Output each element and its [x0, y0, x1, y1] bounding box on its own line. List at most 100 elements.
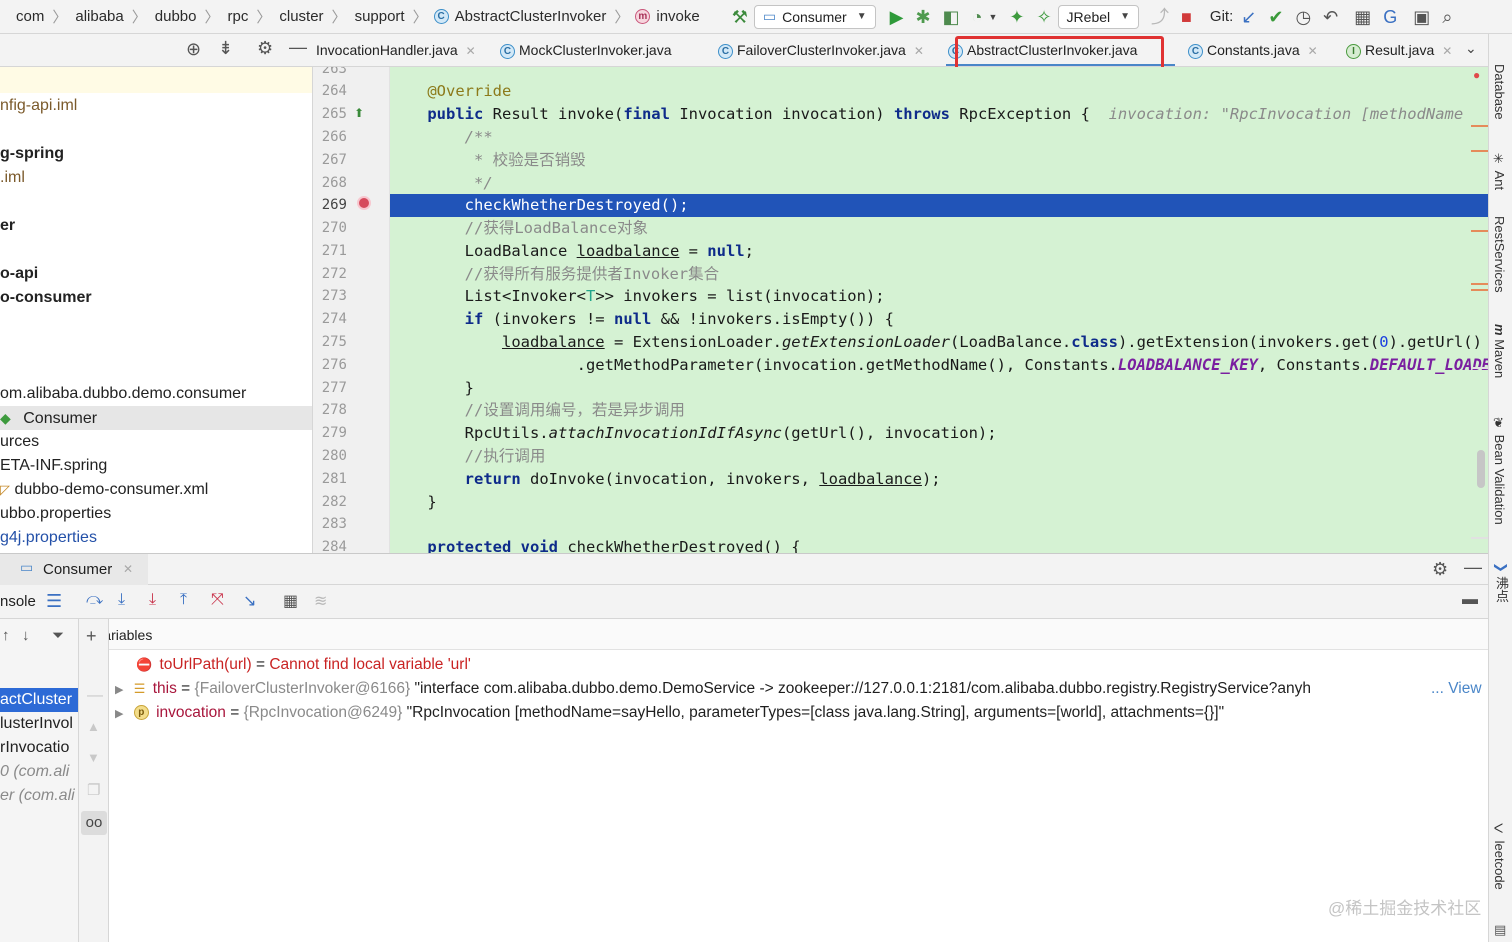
git-update-icon[interactable]: ↙	[1241, 7, 1256, 27]
presentation-icon[interactable]: ▣	[1413, 7, 1430, 27]
stack-frame[interactable]: lusterInvol	[0, 712, 78, 736]
scrollbar-marker[interactable]	[1471, 537, 1488, 539]
code-editor[interactable]: @Override public Result invoke(final Inv…	[390, 67, 1488, 553]
stack-frame[interactable]: 0 (com.ali	[0, 760, 78, 784]
run-config-select[interactable]: ▭ Consumer ▼	[753, 4, 876, 29]
breadcrumb-class[interactable]: AbstractClusterInvoker	[453, 8, 609, 25]
history-icon[interactable]: ◷	[1295, 7, 1311, 27]
search-icon[interactable]: ⌕	[1442, 7, 1452, 27]
step-into-icon[interactable]: ⤓	[118, 591, 125, 609]
arrow-down-icon[interactable]: ↓	[22, 627, 30, 644]
build-hammer-icon[interactable]: ⚒	[732, 7, 748, 27]
stack-frame[interactable]: actCluster	[0, 688, 78, 712]
tab-failoverclusterinvoker[interactable]: C FailoverClusterInvoker.java ✕	[716, 34, 924, 66]
close-icon[interactable]: ✕	[466, 44, 476, 58]
tab-abstractclusterinvoker[interactable]: C AbstractClusterInvoker.java	[946, 34, 1175, 66]
expand-arrow-icon[interactable]: ▶	[115, 684, 123, 696]
view-link[interactable]: ... View	[1429, 677, 1482, 701]
profile-icon[interactable]: ◔	[972, 7, 983, 27]
minimize-icon[interactable]: —	[1464, 557, 1482, 578]
breadcrumb-item[interactable]: alibaba	[73, 8, 125, 25]
scrollbar-marker[interactable]	[1471, 150, 1488, 152]
tool-database[interactable]: Database	[1492, 64, 1507, 120]
scrollbar-marker[interactable]	[1471, 367, 1488, 369]
breadcrumb-item[interactable]: com	[14, 8, 46, 25]
close-icon[interactable]: ✕	[1442, 44, 1452, 58]
tree-item[interactable]: er	[0, 214, 312, 238]
tool-feidian[interactable]: ❯ 沸点	[1492, 562, 1511, 603]
tree-item[interactable]: o-consumer	[0, 286, 312, 310]
override-marker-icon[interactable]: ⬆	[354, 106, 364, 120]
tool-bean-validation[interactable]: ❦ Bean Validation	[1492, 416, 1507, 525]
attach-icon[interactable]: ⤴	[1151, 7, 1169, 27]
breadcrumb-method[interactable]: invoke	[654, 8, 701, 25]
coverage-icon[interactable]: ◧	[943, 7, 960, 27]
translate-icon[interactable]: G	[1383, 7, 1397, 27]
expand-arrow-icon[interactable]: ▶	[115, 708, 123, 720]
tree-item-selected[interactable]: ◆ Consumer	[0, 406, 312, 430]
tree-item[interactable]: .iml	[0, 166, 312, 190]
filter-icon[interactable]: ⏷	[52, 627, 64, 644]
arrow-up-icon[interactable]: ↑	[2, 627, 10, 644]
gear-icon[interactable]: ⚙	[257, 38, 273, 59]
variable-row[interactable]: ▶ p invocation = {RpcInvocation@6249} "R…	[109, 701, 1488, 725]
jrebel-run-icon[interactable]: ✦	[1009, 7, 1024, 27]
breadcrumb-item[interactable]: dubbo	[153, 8, 199, 25]
jrebel-select[interactable]: JRebel ▼	[1057, 4, 1140, 29]
breadcrumb-item[interactable]: support	[353, 8, 407, 25]
add-watch-icon[interactable]: +	[86, 626, 97, 647]
editor-scrollbar-thumb[interactable]	[1477, 450, 1485, 488]
run-to-cursor-icon[interactable]: ↘	[243, 591, 256, 611]
scrollbar-marker[interactable]	[1471, 283, 1488, 285]
project-structure-icon[interactable]: ▦	[1354, 7, 1371, 27]
console-tab[interactable]: nsole	[0, 593, 36, 610]
tab-constants[interactable]: C Constants.java ✕	[1186, 34, 1318, 66]
tool-ant[interactable]: ✳ Ant	[1492, 152, 1507, 190]
tab-result[interactable]: I Result.java ✕	[1344, 34, 1452, 66]
breadcrumb-item[interactable]: rpc	[226, 8, 251, 25]
tree-item[interactable]: g-spring	[0, 142, 312, 166]
debug-bug-icon[interactable]: ✱	[915, 7, 930, 27]
stop-icon[interactable]: ■	[1181, 7, 1192, 27]
debug-session-tab[interactable]: Consumer	[43, 561, 112, 578]
stack-frame[interactable]: er (com.ali	[0, 784, 78, 808]
locate-icon[interactable]: ⊕	[186, 39, 201, 60]
rollback-icon[interactable]: ↶	[1323, 7, 1338, 27]
close-icon[interactable]: ✕	[123, 562, 133, 576]
move-down-icon[interactable]: ▼	[87, 750, 100, 765]
scrollbar-marker[interactable]	[1471, 289, 1488, 291]
breadcrumb-item[interactable]: cluster	[277, 8, 325, 25]
tree-item[interactable]: ubbo.properties	[0, 502, 312, 526]
tree-item[interactable]: urces	[0, 430, 312, 454]
move-up-icon[interactable]: ▲	[87, 719, 100, 734]
variable-row[interactable]: ▶ ☰ this = {FailoverClusterInvoker@6166}…	[109, 677, 1488, 701]
step-over-icon[interactable]: ⤼	[86, 591, 103, 609]
tool-restservices[interactable]: RestServices	[1492, 216, 1507, 293]
tree-item[interactable]: ETA-INF.spring	[0, 454, 312, 478]
close-icon[interactable]: ✕	[1308, 44, 1318, 58]
tree-item[interactable]: g4j.properties	[0, 526, 312, 550]
gear-icon[interactable]: ⚙	[1432, 559, 1448, 580]
trace-stream-icon[interactable]: ≋	[314, 591, 327, 611]
evaluate-expression-icon[interactable]: ▦	[283, 591, 298, 611]
tool-leetcode[interactable]: ᐸ leetcode	[1492, 822, 1507, 890]
tool-maven[interactable]: m Maven	[1492, 324, 1507, 378]
stack-frame[interactable]: rInvocatio	[0, 736, 78, 760]
git-commit-icon[interactable]: ✔	[1268, 7, 1283, 27]
run-icon[interactable]: ▶	[890, 7, 904, 27]
force-step-into-icon[interactable]: ⤓	[149, 591, 156, 609]
copy-icon[interactable]: ❐	[87, 781, 100, 799]
tab-invocationhandler[interactable]: InvocationHandler.java ✕	[314, 34, 476, 66]
tree-item[interactable]: o-api	[0, 262, 312, 286]
chevron-down-icon[interactable]: ▼	[988, 12, 997, 22]
chevron-down-icon[interactable]: ⌄	[1465, 40, 1477, 57]
tree-item[interactable]: ◸ dubbo-demo-consumer.xml	[0, 478, 312, 502]
remove-watch-icon[interactable]: —	[87, 687, 103, 705]
scrollbar-marker[interactable]	[1471, 230, 1488, 232]
variable-row[interactable]: ⛔ toUrlPath(url) = Cannot find local var…	[109, 653, 1488, 677]
frames-list-icon[interactable]: ☰	[46, 591, 62, 612]
scrollbar-marker[interactable]	[1471, 125, 1488, 127]
error-marker-icon[interactable]: ●	[1473, 68, 1480, 82]
minimize-icon[interactable]: —	[289, 37, 307, 58]
tree-item[interactable]: nfig-api.iml	[0, 94, 312, 118]
